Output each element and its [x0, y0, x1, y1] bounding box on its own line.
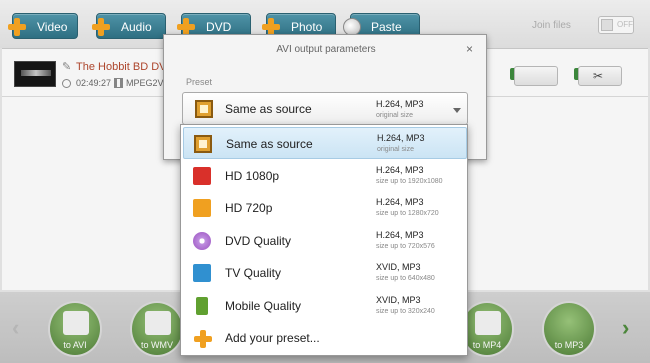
preset-label: Preset: [186, 77, 213, 87]
plus-icon: [7, 17, 27, 37]
join-files-label: Join files: [532, 20, 571, 31]
add-audio-button[interactable]: Audio: [92, 13, 166, 39]
preset-name: Same as source: [226, 137, 313, 151]
film-icon: [195, 100, 213, 118]
preset-size: size up to 320x240: [376, 308, 435, 315]
preset-codec: H.264, MP3: [376, 230, 424, 240]
preset-option[interactable]: Mobile Quality XVID, MP3 size up to 320x…: [183, 290, 467, 322]
chevron-down-icon: [453, 108, 461, 113]
add-photo-label: Photo: [291, 20, 323, 34]
preset-size: size up to 1920x1080: [376, 178, 443, 185]
preset-codec: XVID, MP3: [376, 262, 421, 272]
preset-name: Mobile Quality: [225, 299, 302, 313]
preset-name: HD 1080p: [225, 169, 280, 183]
preset-option[interactable]: HD 1080p H.264, MP3 size up to 1920x1080: [183, 160, 467, 192]
add-preset-label: Add your preset...: [225, 331, 320, 345]
join-files-toggle[interactable]: OFF: [598, 16, 634, 34]
preset-name: TV Quality: [225, 266, 282, 280]
add-icon: [193, 329, 212, 348]
toggle-state: OFF: [617, 20, 633, 29]
preset-option[interactable]: Same as source H.264, MP3 original size: [183, 127, 467, 159]
preset-codec: H.264, MP3: [377, 133, 425, 143]
disc-icon: [193, 232, 211, 250]
hd-720-monitor-icon: [193, 199, 211, 217]
preset-option[interactable]: HD 720p H.264, MP3 size up to 1280x720: [183, 192, 467, 224]
film-icon: [194, 135, 212, 153]
add-dvd-label: DVD: [206, 20, 232, 34]
preset-size: size up to 720x576: [376, 243, 435, 250]
selected-preset-name: Same as source: [225, 102, 312, 116]
add-audio-label: Audio: [121, 20, 152, 34]
preset-codec: H.264, MP3: [376, 197, 424, 207]
mobile-icon: [196, 297, 208, 315]
preset-name: HD 720p: [225, 201, 273, 215]
tv-icon: [193, 264, 211, 282]
preset-codec: H.264, MP3: [376, 165, 424, 175]
dialog-title: AVI output parameters: [276, 44, 376, 55]
add-preset-option[interactable]: Add your preset...: [183, 322, 467, 354]
preset-option[interactable]: TV Quality XVID, MP3 size up to 640x480: [183, 257, 467, 289]
selected-preset-codec: H.264, MP3: [376, 99, 424, 109]
add-video-button[interactable]: Video: [8, 13, 78, 39]
preset-dropdown: Same as source H.264, MP3 original size …: [180, 124, 468, 356]
hd-1080-monitor-icon: [193, 167, 211, 185]
preset-name: DVD Quality: [225, 234, 292, 248]
preset-size: original size: [377, 146, 414, 153]
app-window: Video Audio DVD Photo Paste URL Join fil…: [0, 0, 650, 363]
preset-select[interactable]: Same as source H.264, MP3 original size: [182, 92, 468, 125]
selected-preset-size: original size: [376, 112, 413, 119]
add-video-label: Video: [37, 20, 68, 34]
plus-icon: [91, 17, 111, 37]
close-icon[interactable]: ×: [466, 42, 473, 56]
preset-codec: XVID, MP3: [376, 295, 421, 305]
preset-size: size up to 640x480: [376, 275, 435, 282]
preset-size: size up to 1280x720: [376, 210, 439, 217]
toggle-knob: [601, 19, 613, 31]
preset-option[interactable]: DVD Quality H.264, MP3 size up to 720x57…: [183, 225, 467, 257]
